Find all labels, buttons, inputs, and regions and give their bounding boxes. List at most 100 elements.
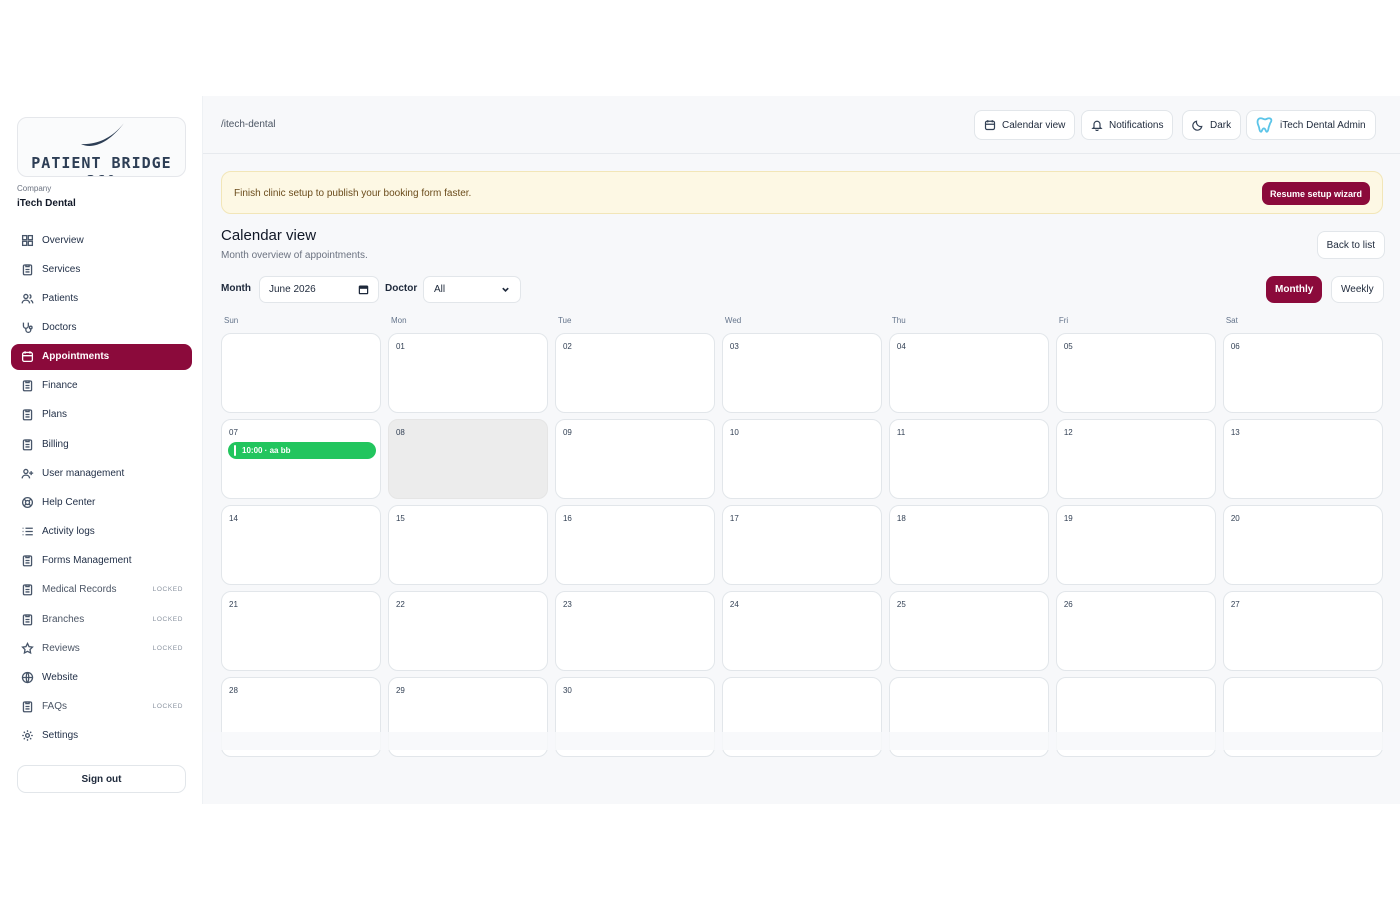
calendar-icon (984, 120, 996, 131)
sign-out-button[interactable]: Sign out (17, 765, 186, 793)
sidebar-item-help-center[interactable]: Help Center (11, 489, 192, 515)
calendar-day-27[interactable]: 27 (1222, 591, 1383, 671)
calendar-day-empty (221, 333, 382, 413)
locked-badge: LOCKED (152, 703, 183, 710)
top-bar: /itech-dental Calendar view Notification… (203, 96, 1400, 154)
calendar-day-22[interactable]: 22 (387, 591, 549, 671)
sidebar-item-user-management[interactable]: User management (11, 460, 192, 486)
locked-badge: LOCKED (152, 586, 183, 594)
day-number: 24 (729, 600, 739, 609)
calendar-day-19[interactable]: 19 (1055, 505, 1217, 585)
calendar-day-25[interactable]: 25 (888, 591, 1050, 671)
calendar-day-07[interactable]: 07 10:00 · aa bb (221, 419, 382, 499)
sidebar-item-faqs[interactable]: FAQs LOCKED (11, 694, 192, 720)
day-number: 04 (896, 342, 906, 351)
stethoscope-icon (20, 320, 34, 334)
sidebar-item-branches[interactable]: Branches LOCKED (11, 606, 192, 632)
calendar-day-09[interactable]: 09 (554, 419, 716, 499)
sidebar-item-label: Forms Management (42, 555, 132, 567)
sidebar-item-reviews[interactable]: Reviews LOCKED (11, 635, 192, 661)
calendar-day-13[interactable]: 13 (1222, 419, 1383, 499)
brand-logo[interactable]: PATIENT BRIDGE 360 (17, 117, 186, 177)
calendar-day-23[interactable]: 23 (554, 591, 716, 671)
main-content: /itech-dental Calendar view Notification… (203, 96, 1400, 804)
sidebar-item-label: Medical Records (42, 584, 117, 596)
calendar-day-20[interactable]: 20 (1222, 505, 1383, 585)
sidebar-item-patients[interactable]: Patients (11, 285, 192, 311)
tooth-icon (1256, 117, 1273, 133)
setup-banner-text: Finish clinic setup to publish your book… (234, 188, 472, 199)
sidebar-item-medical-records[interactable]: Medical Records LOCKED (11, 577, 192, 603)
day-number: 28 (229, 686, 238, 695)
clipboard-icon (20, 583, 34, 597)
sidebar-item-activity-logs[interactable]: Activity logs (11, 519, 192, 545)
monthly-view-button[interactable]: Monthly (1266, 276, 1323, 303)
sidebar-item-services[interactable]: Services (11, 256, 192, 282)
sidebar-item-label: Reviews (42, 642, 80, 654)
clipboard-icon (20, 262, 34, 276)
globe-icon (20, 670, 34, 684)
calendar-day-11[interactable]: 11 (888, 419, 1050, 499)
notifications-button[interactable]: Notifications (1081, 110, 1174, 140)
calendar-day-06[interactable]: 06 (1222, 333, 1383, 413)
calendar-day-14[interactable]: 14 (221, 505, 382, 585)
sidebar-item-overview[interactable]: Overview (11, 227, 192, 253)
calendar-day-03[interactable]: 03 (721, 333, 883, 413)
calendar-grid: 01 02 03 04 05 06 07 10:00 · aa bb 08 09 10 11 12 13 1… (221, 333, 1383, 757)
sidebar-item-billing[interactable]: Billing (11, 431, 192, 457)
back-to-list-button[interactable]: Back to list (1316, 231, 1385, 259)
calendar-day-04[interactable]: 04 (888, 333, 1050, 413)
dark-mode-toggle[interactable]: Dark (1182, 110, 1242, 140)
sidebar-item-settings[interactable]: Settings (11, 723, 192, 749)
locked-badge: LOCKED (152, 615, 183, 623)
calendar-day-26[interactable]: 26 (1055, 591, 1217, 671)
doctor-select-value: All (434, 284, 446, 295)
chevron-down-icon (502, 287, 509, 292)
sidebar-item-plans[interactable]: Plans (11, 402, 192, 428)
sidebar-item-label: Overview (42, 234, 84, 246)
calendar-day-12[interactable]: 12 (1055, 419, 1217, 499)
calendar-day-15[interactable]: 15 (387, 505, 549, 585)
day-number: 25 (896, 600, 906, 609)
clipboard-icon (20, 700, 34, 714)
calendar-day-24[interactable]: 24 (721, 591, 883, 671)
weekly-view-button[interactable]: Weekly (1331, 276, 1384, 303)
calendar-day-02[interactable]: 02 (554, 333, 716, 413)
resume-setup-wizard-button[interactable]: Resume setup wizard (1261, 182, 1370, 205)
calendar-day-08[interactable]: 08 (387, 419, 549, 499)
day-number: 19 (1063, 514, 1073, 523)
calendar-day-05[interactable]: 05 (1055, 333, 1217, 413)
doctor-label: Doctor (385, 283, 418, 294)
sidebar-item-doctors[interactable]: Doctors (11, 314, 192, 340)
admin-account-button[interactable]: iTech Dental Admin (1246, 110, 1376, 140)
sidebar-item-label: Doctors (42, 321, 77, 333)
weekday-label: Sun (224, 316, 239, 325)
sidebar-item-website[interactable]: Website (11, 664, 192, 690)
calendar-day-17[interactable]: 17 (721, 505, 883, 585)
appointment-chip[interactable]: 10:00 · aa bb (228, 442, 376, 459)
doctor-select[interactable]: All (423, 276, 521, 303)
sidebar-item-finance[interactable]: Finance (11, 373, 192, 399)
calendar-day-10[interactable]: 10 (721, 419, 883, 499)
day-number: 03 (729, 342, 739, 351)
sidebar-item-label: Activity logs (42, 526, 95, 538)
sidebar-item-forms-management[interactable]: Forms Management (11, 548, 192, 574)
calendar-picker-icon[interactable] (358, 284, 369, 295)
calendar-day-16[interactable]: 16 (554, 505, 716, 585)
calendar-view-button[interactable]: Calendar view (974, 110, 1076, 140)
day-number: 21 (229, 600, 238, 609)
calendar-day-18[interactable]: 18 (888, 505, 1050, 585)
clipboard-icon (20, 379, 34, 393)
notifications-label: Notifications (1109, 119, 1164, 131)
month-picker[interactable]: June 2026 (259, 276, 379, 303)
weekday-label: Sat (1225, 316, 1238, 325)
calendar-day-21[interactable]: 21 (221, 591, 382, 671)
sidebar-item-label: Branches (42, 613, 85, 625)
sidebar-item-label: Website (42, 671, 78, 683)
list-icon (20, 525, 34, 539)
sidebar-item-appointments[interactable]: Appointments (11, 343, 192, 370)
sidebar: PATIENT BRIDGE 360 Company iTech Dental … (0, 96, 203, 804)
day-number: 22 (395, 600, 405, 609)
calendar-day-01[interactable]: 01 (387, 333, 549, 413)
admin-account-label: iTech Dental Admin (1280, 119, 1366, 131)
